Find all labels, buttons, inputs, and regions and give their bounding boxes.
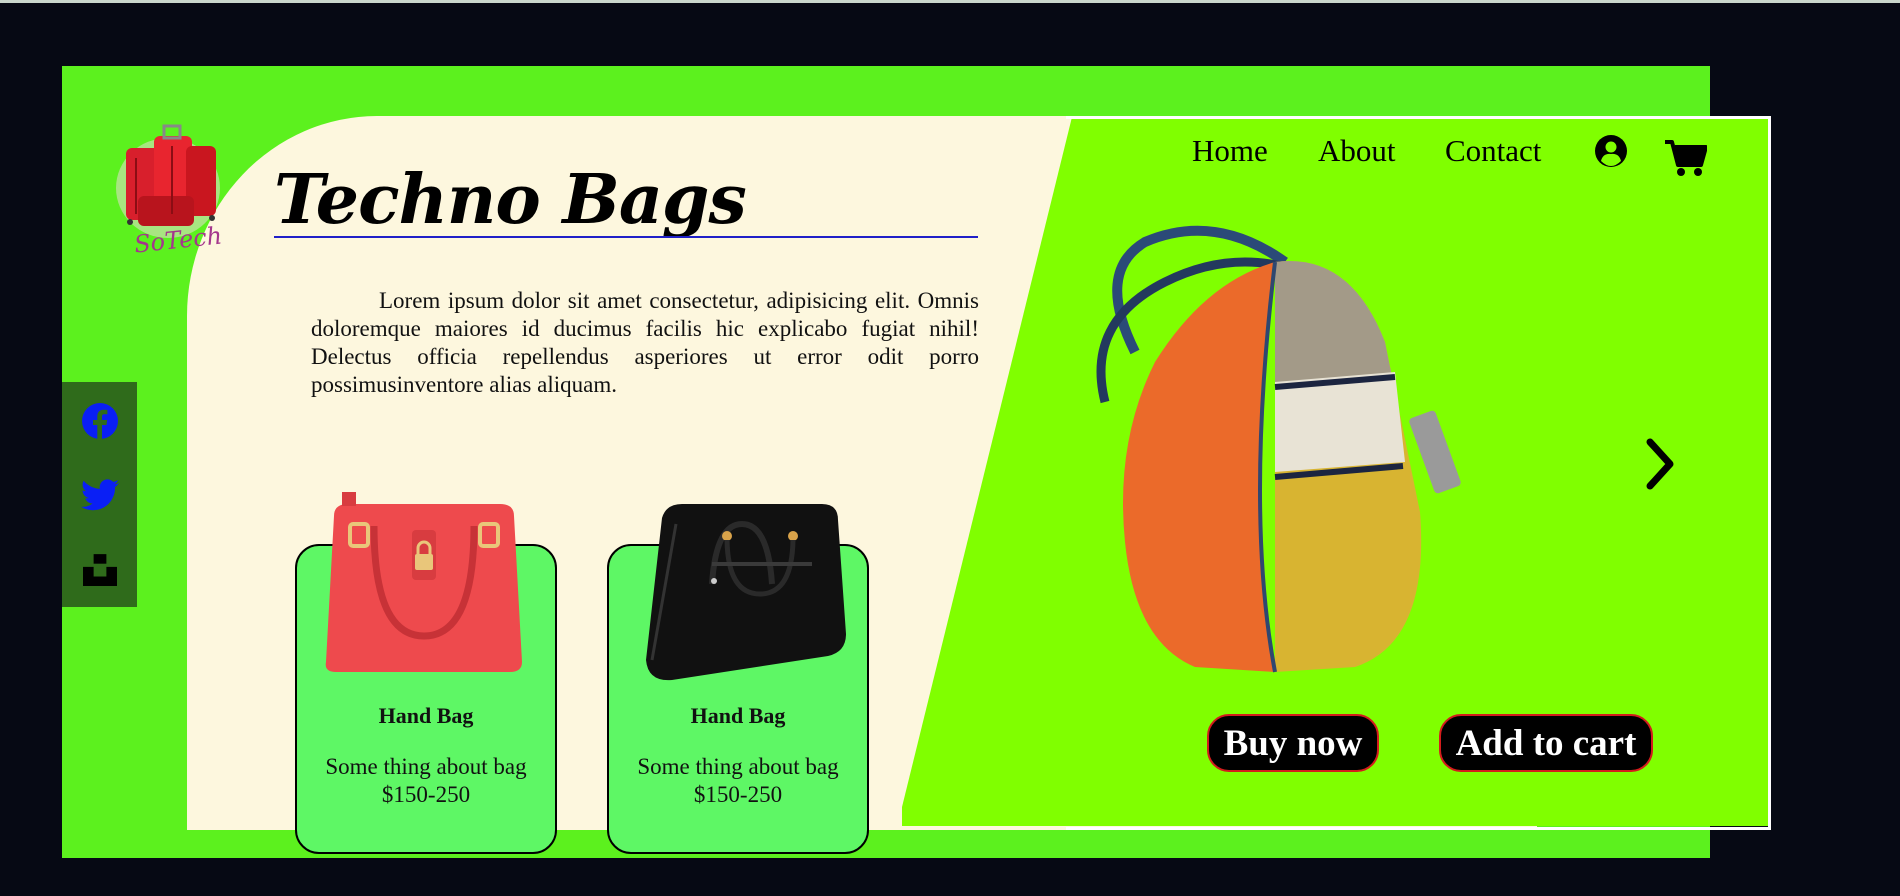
card-title: Hand Bag: [690, 703, 786, 728]
chevron-right-icon[interactable]: [1640, 438, 1680, 490]
black-handbag-image[interactable]: [632, 484, 852, 687]
hero-backpack-image: [1085, 212, 1505, 682]
card-title: Hand Bag: [378, 703, 474, 728]
card-price: $150-250: [693, 782, 783, 807]
facebook-icon[interactable]: [81, 402, 119, 440]
nav-about[interactable]: About: [1318, 133, 1396, 169]
user-circle-icon[interactable]: [1594, 134, 1628, 168]
twitter-icon[interactable]: [81, 476, 119, 514]
page-title: Techno Bags: [274, 160, 747, 240]
buy-now-button[interactable]: Buy now: [1207, 714, 1379, 772]
title-underline: [274, 236, 978, 238]
top-strip: [0, 0, 1900, 3]
intro-paragraph: Lorem ipsum dolor sit amet consectetur, …: [311, 288, 979, 397]
red-handbag-image[interactable]: [314, 486, 534, 683]
unsplash-icon[interactable]: [81, 550, 119, 588]
social-bar: [62, 382, 137, 607]
cart-icon[interactable]: [1664, 138, 1708, 178]
nav-home[interactable]: Home: [1192, 133, 1268, 169]
card-price: $150-250: [381, 782, 471, 807]
card-description: Some thing about bag: [637, 754, 839, 779]
add-to-cart-button[interactable]: Add to cart: [1439, 714, 1653, 772]
card-description: Some thing about bag: [325, 754, 527, 779]
nav-contact[interactable]: Contact: [1445, 133, 1541, 169]
